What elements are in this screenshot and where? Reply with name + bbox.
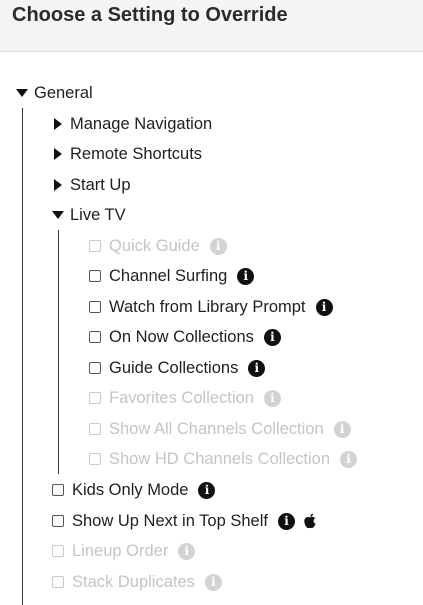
tree-node-label: Start Up (70, 175, 131, 194)
checkbox (89, 240, 101, 252)
checkbox (89, 423, 101, 435)
checkbox[interactable] (89, 301, 101, 313)
info-icon[interactable]: i (248, 359, 266, 377)
checkbox[interactable] (52, 515, 64, 527)
caret-right-icon[interactable] (50, 178, 66, 192)
setting-on-now-collections[interactable]: On Now Collections i (89, 324, 281, 350)
setting-quick-guide: Quick Guide i (89, 233, 227, 259)
info-icon[interactable]: i (237, 267, 255, 285)
info-icon: i (340, 450, 358, 468)
checkbox[interactable] (89, 362, 101, 374)
info-icon: i (333, 420, 351, 438)
checkbox (89, 453, 101, 465)
info-icon[interactable]: i (315, 298, 333, 316)
info-icon[interactable]: i (263, 328, 281, 346)
tree-node-general[interactable]: General (14, 80, 93, 106)
caret-down-icon[interactable] (50, 208, 66, 222)
tree-node-label: Remote Shortcuts (70, 144, 203, 163)
setting-label: Quick Guide (109, 236, 200, 255)
caret-right-icon[interactable] (50, 147, 66, 161)
setting-lineup-order: Lineup Order i (52, 538, 196, 564)
setting-label: Show All Channels Collection (109, 419, 324, 438)
setting-label: Lineup Order (72, 541, 169, 560)
info-icon[interactable]: i (277, 512, 295, 530)
tree-node-live-tv[interactable]: Live TV (50, 202, 126, 228)
setting-label: Favorites Collection (109, 388, 254, 407)
live-tv-tree-line (58, 230, 59, 474)
checkbox (52, 545, 64, 557)
checkbox (89, 392, 101, 404)
info-icon[interactable]: i (198, 481, 216, 499)
apple-icon (303, 513, 317, 529)
caret-down-icon[interactable] (14, 86, 30, 100)
caret-right-icon[interactable] (50, 117, 66, 131)
tree-node-label: Live TV (70, 205, 126, 224)
checkbox[interactable] (89, 331, 101, 343)
setting-label: Stack Duplicates (72, 572, 195, 591)
tree-node-manage-navigation[interactable]: Manage Navigation (50, 111, 212, 137)
tree-node-label: Manage Navigation (70, 114, 213, 133)
setting-label: Show Up Next in Top Shelf (72, 511, 268, 530)
setting-label: Watch from Library Prompt (109, 297, 306, 316)
tree-node-label: General (34, 83, 93, 102)
info-icon: i (209, 237, 227, 255)
setting-show-up-next-in-top-shelf[interactable]: Show Up Next in Top Shelf i (52, 508, 317, 534)
setting-stack-duplicates: Stack Duplicates i (52, 569, 222, 595)
tree-node-start-up[interactable]: Start Up (50, 172, 131, 198)
settings-tree: General Manage Navigation Remote Shortcu… (0, 0, 423, 605)
setting-label: Channel Surfing (109, 266, 228, 285)
checkbox[interactable] (52, 484, 64, 496)
setting-channel-surfing[interactable]: Channel Surfing i (89, 263, 255, 289)
setting-watch-from-library-prompt[interactable]: Watch from Library Prompt i (89, 294, 333, 320)
checkbox[interactable] (89, 270, 101, 282)
general-tree-line (22, 108, 23, 605)
info-icon: i (263, 389, 281, 407)
info-icon: i (178, 542, 196, 560)
setting-show-all-channels-collection: Show All Channels Collection i (89, 416, 351, 442)
tree-node-remote-shortcuts[interactable]: Remote Shortcuts (50, 141, 202, 167)
setting-guide-collections[interactable]: Guide Collections i (89, 355, 266, 381)
setting-kids-only-mode[interactable]: Kids Only Mode i (52, 477, 216, 503)
setting-label: Guide Collections (109, 358, 239, 377)
setting-favorites-collection: Favorites Collection i (89, 385, 281, 411)
setting-label: On Now Collections (109, 327, 254, 346)
setting-label: Kids Only Mode (72, 480, 189, 499)
info-icon: i (204, 573, 222, 591)
checkbox (52, 576, 64, 588)
setting-show-hd-channels-collection: Show HD Channels Collection i (89, 446, 358, 472)
setting-label: Show HD Channels Collection (109, 449, 331, 468)
